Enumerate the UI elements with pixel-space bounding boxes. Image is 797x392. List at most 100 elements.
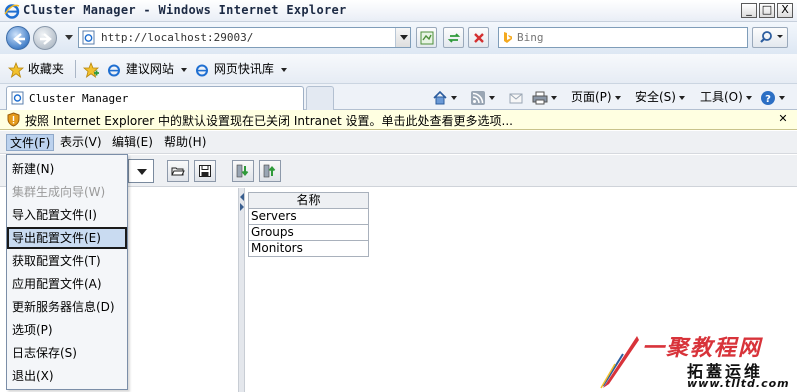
save-disk-icon	[199, 165, 211, 177]
feeds-button[interactable]	[470, 89, 495, 105]
shield-warning-icon	[7, 112, 20, 127]
menu-view[interactable]: 表示(V)	[57, 134, 105, 151]
table-cell[interactable]: Monitors	[248, 240, 369, 257]
menu-edit[interactable]: 编辑(E)	[109, 134, 156, 151]
menu-item-apply-config[interactable]: 应用配置文件(A)	[7, 273, 127, 295]
tree-pane[interactable]	[128, 188, 238, 392]
recent-pages-dropdown-icon[interactable]	[65, 35, 73, 40]
information-bar[interactable]: 按照 Internet Explorer 中的默认设置现在已关闭 Intrane…	[0, 110, 797, 130]
close-icon[interactable]: ✕	[777, 113, 789, 125]
menu-item-update-server-info[interactable]: 更新服务器信息(D)	[7, 296, 127, 318]
menu-item-options[interactable]: 选项(P)	[7, 319, 127, 341]
ie-page-icon	[196, 64, 208, 76]
url-input[interactable]	[101, 29, 391, 46]
help-icon: ?	[761, 90, 775, 105]
menu-item-save-log[interactable]: 日志保存(S)	[7, 342, 127, 364]
menu-item-import-config[interactable]: 导入配置文件(I)	[7, 204, 127, 226]
close-button[interactable]: X	[777, 3, 793, 18]
search-button[interactable]	[752, 27, 788, 48]
menu-item-new[interactable]: 新建(N)	[7, 158, 127, 180]
favorites-separator	[75, 60, 76, 78]
address-dropdown-button[interactable]	[395, 28, 410, 47]
menu-help[interactable]: 帮助(H)	[161, 134, 209, 151]
apply-config-button[interactable]	[259, 160, 281, 182]
web-slice-gallery-label: 网页快讯库	[213, 62, 274, 76]
page-menu[interactable]: 页面(P)	[571, 89, 621, 105]
chevron-down-icon	[779, 95, 785, 100]
refresh-button[interactable]	[443, 27, 464, 48]
read-mail-button[interactable]	[508, 89, 524, 105]
compatibility-view-button[interactable]	[416, 27, 437, 48]
menu-item-export-config[interactable]: 导出配置文件(E)	[7, 227, 127, 249]
page-menu-label: 页面(P)	[571, 90, 612, 104]
print-button[interactable]	[532, 89, 557, 105]
save-button[interactable]	[194, 160, 216, 182]
collapse-right-icon[interactable]	[240, 203, 244, 211]
open-button[interactable]	[167, 160, 189, 182]
menu-item-cluster-wizard: 集群生成向导(W)	[12, 185, 106, 199]
window-title: Cluster Manager - Windows Internet Explo…	[23, 3, 347, 17]
file-menu-dropdown: 新建(N) 集群生成向导(W) 导入配置文件(I) 导出配置文件(E) 获取配置…	[6, 154, 128, 390]
menu-file[interactable]: 文件(F)	[6, 134, 55, 151]
chevron-down-icon	[678, 95, 685, 100]
home-icon	[433, 90, 447, 104]
upload-arrows-icon	[263, 164, 276, 178]
tab-title: Cluster Manager	[29, 92, 129, 105]
address-box	[78, 27, 411, 48]
back-button[interactable]	[6, 26, 30, 50]
app-menubar: 文件(F) 表示(V) 编辑(E) 帮助(H)	[0, 131, 797, 154]
add-to-favorites-bar-button[interactable]	[82, 61, 100, 78]
tools-menu-label: 工具(O)	[700, 90, 743, 104]
view-combo-dropdown[interactable]	[128, 159, 154, 183]
safety-menu[interactable]: 安全(S)	[635, 89, 685, 105]
favorites-bar: 收藏夹 建议网站 网页快讯库	[0, 54, 797, 84]
window-titlebar: Cluster Manager - Windows Internet Explo…	[0, 0, 797, 22]
stop-button[interactable]	[468, 27, 489, 48]
feeds-icon	[471, 90, 485, 105]
search-input[interactable]	[517, 29, 742, 46]
chevron-down-icon	[745, 95, 752, 100]
open-folder-icon	[171, 167, 185, 176]
pane-splitter[interactable]	[238, 188, 245, 392]
maximize-button[interactable]: □	[759, 3, 775, 18]
minimize-button[interactable]: _	[741, 3, 757, 18]
mail-icon	[509, 93, 523, 103]
new-tab-button[interactable]	[306, 86, 334, 110]
download-arrows-icon	[236, 164, 249, 178]
table-row[interactable]: Servers	[248, 208, 369, 225]
chevron-down-icon	[280, 67, 287, 72]
forward-arrow-icon	[40, 33, 52, 45]
menu-item-get-config[interactable]: 获取配置文件(T)	[7, 250, 127, 272]
ie-page-icon	[11, 91, 24, 105]
site-watermark: 一聚教程网 拓蓋运维 www.tlltd.com	[595, 330, 795, 392]
get-config-button[interactable]	[232, 160, 254, 182]
refresh-icon	[447, 33, 461, 43]
pen-logo-icon	[600, 336, 639, 389]
web-slice-gallery-link[interactable]: 网页快讯库	[194, 61, 287, 77]
safety-menu-label: 安全(S)	[635, 90, 676, 104]
favorites-button[interactable]: 收藏夹	[8, 61, 64, 78]
stop-icon	[474, 33, 484, 43]
suggested-sites-link[interactable]: 建议网站	[106, 61, 187, 77]
table-cell[interactable]: Groups	[248, 224, 369, 241]
chevron-down-icon	[451, 95, 457, 100]
table-row[interactable]: Groups	[248, 224, 369, 241]
suggested-sites-label: 建议网站	[125, 62, 174, 76]
collapse-left-icon[interactable]	[240, 193, 244, 201]
column-header-name[interactable]: 名称	[248, 192, 369, 209]
favorites-label: 收藏夹	[27, 62, 64, 76]
menu-item-exit[interactable]: 退出(X)	[7, 365, 127, 387]
printer-icon	[532, 91, 548, 104]
tab-cluster-manager[interactable]: Cluster Manager	[6, 86, 304, 110]
table-cell[interactable]: Servers	[248, 208, 369, 225]
forward-button[interactable]	[33, 26, 57, 50]
table-row[interactable]: Monitors	[248, 240, 369, 257]
home-button[interactable]	[432, 89, 457, 105]
internet-explorer-icon	[4, 4, 20, 19]
add-favorite-icon	[82, 61, 100, 78]
tools-menu[interactable]: 工具(O)	[700, 89, 752, 105]
chevron-down-icon	[551, 95, 557, 100]
tab-row: Cluster Manager 页面(P) 安全(S) 工具(O) ?	[0, 84, 797, 110]
help-button[interactable]: ?	[760, 89, 785, 105]
chevron-down-icon	[489, 95, 495, 100]
